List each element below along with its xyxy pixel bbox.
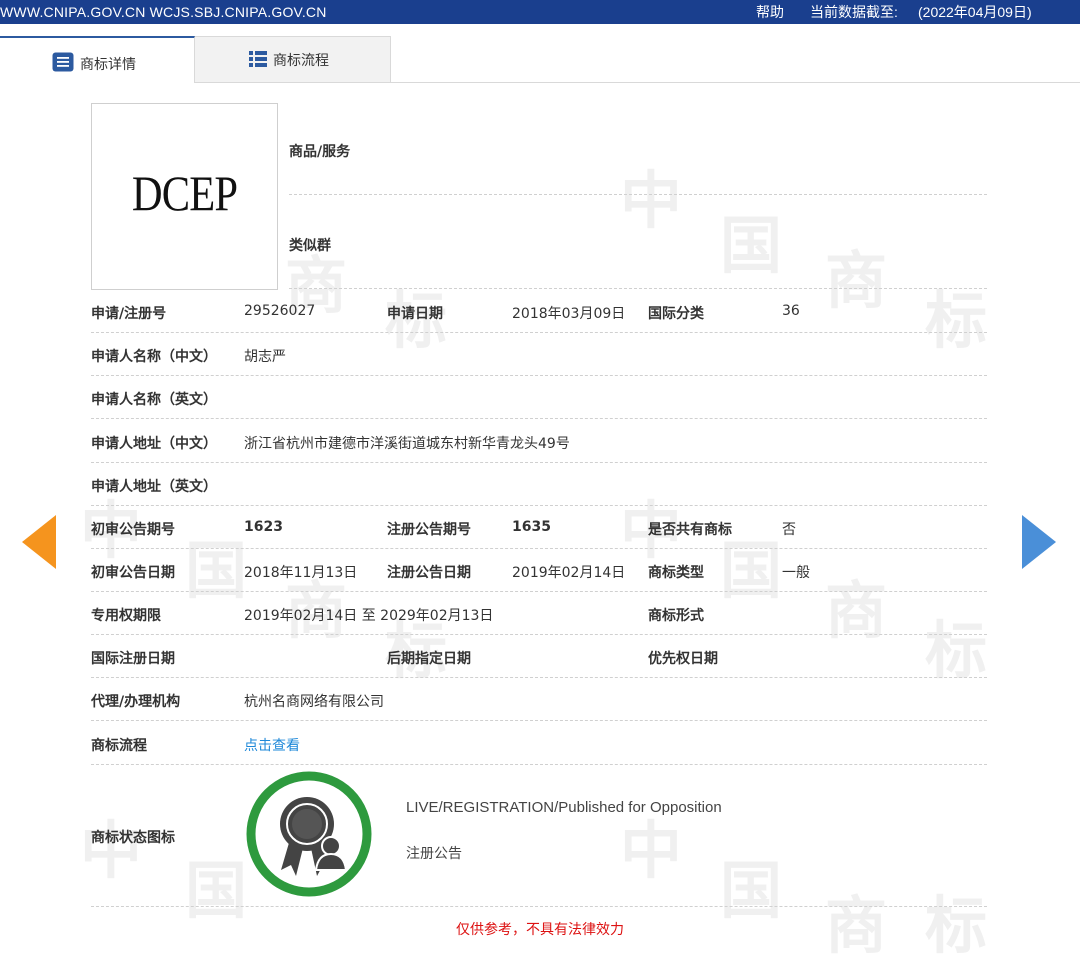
shared-value: 否 xyxy=(782,522,796,538)
tm-form-label: 商标形式 xyxy=(648,608,704,624)
tm-type-value: 一般 xyxy=(782,565,810,581)
divider xyxy=(91,418,987,419)
divider xyxy=(91,462,987,463)
divider xyxy=(91,764,987,765)
address-en-label: 申请人地址（英文） xyxy=(91,479,217,495)
trademark-image: DCEP xyxy=(91,103,278,290)
tab-bar: 商标详情 商标流程 xyxy=(0,36,1080,83)
app-date-label: 申请日期 xyxy=(387,306,443,322)
agent-label: 代理/办理机构 xyxy=(91,694,181,710)
intl-reg-date-label: 国际注册日期 xyxy=(91,651,175,667)
prelim-date-label: 初审公告日期 xyxy=(91,565,175,581)
reg-issue-value: 1635 xyxy=(512,519,551,535)
divider xyxy=(91,634,987,635)
status-text-cn: 注册公告 xyxy=(406,846,462,862)
view-process-link[interactable]: 点击查看 xyxy=(244,735,300,755)
status-icon-label: 商标状态图标 xyxy=(91,830,175,846)
tab-trademark-process[interactable]: 商标流程 xyxy=(195,36,391,82)
shared-label: 是否共有商标 xyxy=(648,522,732,538)
exclusive-label: 专用权期限 xyxy=(91,608,161,624)
status-text-en: LIVE/REGISTRATION/Published for Oppositi… xyxy=(406,799,722,816)
tab-label: 商标详情 xyxy=(80,57,136,73)
divider xyxy=(289,288,987,289)
reg-date-value: 2019年02月14日 xyxy=(512,565,626,581)
reg-issue-label: 注册公告期号 xyxy=(387,522,471,538)
tm-type-label: 商标类型 xyxy=(648,565,704,581)
data-as-of-label: 当前数据截至: xyxy=(810,4,898,20)
data-as-of-date: (2022年04月09日) xyxy=(918,4,1032,20)
reg-no-value: 29526027 xyxy=(244,303,316,319)
watermark: 商 xyxy=(825,574,888,647)
applicant-en-label: 申请人名称（英文） xyxy=(91,392,217,408)
divider xyxy=(91,906,987,907)
watermark: 商 xyxy=(825,244,888,317)
watermark: 中 xyxy=(620,164,683,237)
divider xyxy=(91,548,987,549)
later-date-label: 后期指定日期 xyxy=(387,651,471,667)
registration-seal-icon xyxy=(245,770,373,898)
agent-value: 杭州名商网络有限公司 xyxy=(244,694,384,710)
disclaimer: 仅供参考，不具有法律效力 xyxy=(456,922,624,938)
help-link[interactable]: 帮助 xyxy=(756,0,784,24)
divider xyxy=(289,194,987,195)
divider xyxy=(91,375,987,376)
divider xyxy=(91,332,987,333)
address-cn-value: 浙江省杭州市建德市洋溪街道城东村新华青龙头49号 xyxy=(244,436,570,452)
address-cn-label: 申请人地址（中文） xyxy=(91,436,217,452)
divider xyxy=(91,720,987,721)
reg-no-label: 申请/注册号 xyxy=(91,306,167,322)
intl-class-value: 36 xyxy=(782,303,800,319)
priority-date-label: 优先权日期 xyxy=(648,651,718,667)
watermark: 国 xyxy=(185,534,248,607)
app-date-value: 2018年03月09日 xyxy=(512,306,626,322)
list-icon xyxy=(249,51,267,71)
document-icon xyxy=(52,52,74,76)
intl-class-label: 国际分类 xyxy=(648,306,704,322)
exclusive-value: 2019年02月14日 至 2029年02月13日 xyxy=(244,608,494,624)
previous-arrow-icon[interactable] xyxy=(22,515,56,569)
divider xyxy=(91,677,987,678)
reg-date-label: 注册公告日期 xyxy=(387,565,471,581)
prelim-issue-label: 初审公告期号 xyxy=(91,522,175,538)
watermark: 国 xyxy=(720,209,783,282)
prelim-date-value: 2018年11月13日 xyxy=(244,565,358,581)
next-arrow-icon[interactable] xyxy=(1022,515,1056,569)
watermark: 国 xyxy=(185,854,248,927)
applicant-cn-label: 申请人名称（中文） xyxy=(91,349,217,365)
watermark: 标 xyxy=(925,284,988,357)
prelim-issue-value: 1623 xyxy=(244,519,283,535)
watermark: 国 xyxy=(720,854,783,927)
trademark-logo-text: DCEP xyxy=(131,165,238,221)
similar-group-label: 类似群 xyxy=(289,238,331,254)
goods-services-label: 商品/服务 xyxy=(289,144,351,160)
divider xyxy=(91,591,987,592)
tab-trademark-details[interactable]: 商标详情 xyxy=(0,36,195,83)
top-bar: WWW.CNIPA.GOV.CN WCJS.SBJ.CNIPA.GOV.CN 帮… xyxy=(0,0,1080,24)
applicant-cn-value: 胡志严 xyxy=(244,349,286,365)
tab-label: 商标流程 xyxy=(273,53,329,69)
site-urls: WWW.CNIPA.GOV.CN WCJS.SBJ.CNIPA.GOV.CN xyxy=(0,4,327,20)
divider xyxy=(91,505,987,506)
process-label: 商标流程 xyxy=(91,738,147,754)
